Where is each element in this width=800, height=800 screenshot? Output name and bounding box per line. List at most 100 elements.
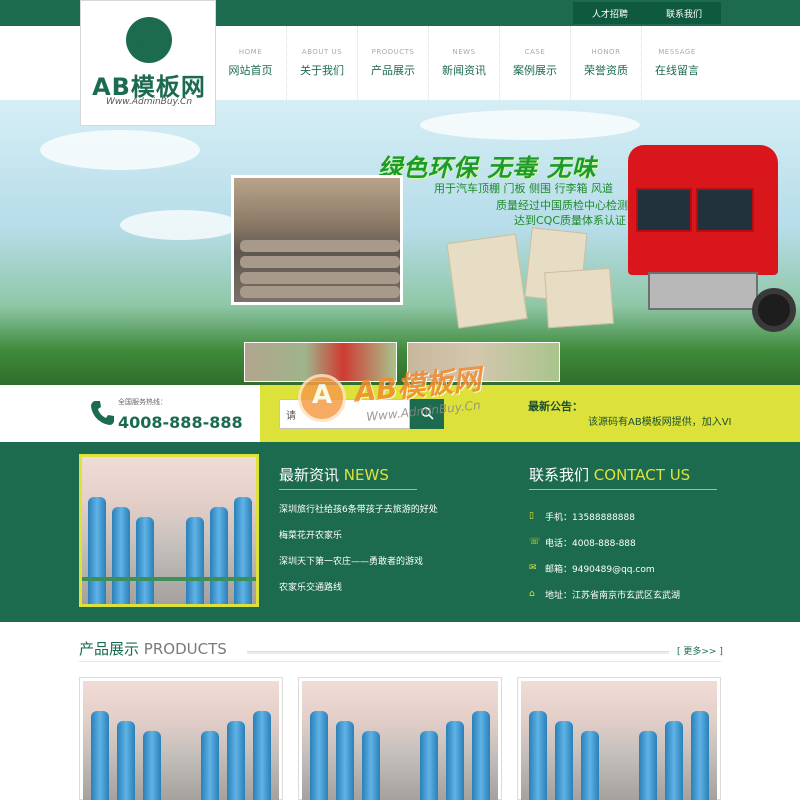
tank: [639, 731, 657, 800]
tank: [555, 721, 573, 800]
top-links: 人才招聘 联系我们: [573, 2, 721, 24]
products-title-line: [247, 651, 669, 654]
mail-icon: ✉: [529, 563, 537, 573]
product-image: [302, 681, 498, 800]
pipe: [82, 577, 256, 581]
product-image: [521, 681, 717, 800]
top-link-contact[interactable]: 联系我们: [666, 7, 702, 20]
page: 人才招聘 联系我们 A AB模板网 Www.AdminBuy.Cn HOME 网站…: [0, 0, 800, 800]
logo-url: Www.AdminBuy.Cn: [105, 97, 193, 107]
tank: [446, 721, 464, 800]
tank: [336, 721, 354, 800]
notice-label: 最新公告：: [528, 400, 583, 413]
cloud: [120, 210, 240, 240]
truck-wheel: [752, 288, 796, 332]
search-icon: [421, 406, 434, 420]
nav-item-honor[interactable]: HONOR 荣誉资质: [570, 26, 641, 100]
tank: [136, 517, 154, 604]
tank: [88, 497, 106, 604]
tank: [143, 731, 161, 800]
featured-image[interactable]: [79, 454, 259, 607]
felt-panel: [446, 233, 528, 329]
products-title: 产品展示 PRODUCTS: [79, 640, 227, 658]
tank: [420, 731, 438, 800]
bag-stack: [240, 240, 400, 252]
tank: [210, 507, 228, 604]
product-image: [83, 681, 279, 800]
banner-thumbnails: [244, 342, 560, 382]
contact-title-divider: [529, 489, 717, 490]
banner-thumb[interactable]: [244, 342, 397, 382]
nav-item-home[interactable]: HOME 网站首页: [215, 26, 286, 100]
news-title: 最新资讯 NEWS: [279, 466, 389, 484]
search-button[interactable]: [410, 399, 444, 429]
banner-thumb[interactable]: [407, 342, 560, 382]
logo[interactable]: A AB模板网 Www.AdminBuy.Cn: [80, 0, 216, 126]
banner-photo: [231, 175, 403, 305]
phone-icon: [91, 401, 114, 425]
tank: [227, 721, 245, 800]
tank: [310, 711, 328, 800]
tank: [253, 711, 271, 800]
contact-address: ⌂ 地址：江苏省南京市玄武区玄武湖: [529, 589, 681, 601]
tank: [529, 711, 547, 800]
banner-line: 质量经过中国质检中心检测: [496, 199, 628, 212]
tank: [362, 731, 380, 800]
banner-line: 达到CQC质量体系认证: [514, 214, 627, 227]
news-item[interactable]: 梅菜花开农家乐: [279, 530, 489, 556]
location-icon: ⌂: [529, 589, 535, 599]
search-input[interactable]: [279, 399, 410, 429]
news-title-divider: [279, 489, 417, 490]
hotline-label: 全国服务热线：: [118, 398, 167, 406]
contact-phone: ☏ 电话：4008-888-888: [529, 537, 636, 549]
tank: [117, 721, 135, 800]
felt-panel: [544, 267, 614, 329]
truck-window: [636, 188, 692, 232]
banner-line: 用于汽车顶棚 门板 侧围 行李箱 风道: [434, 182, 613, 195]
cloud: [420, 110, 640, 140]
logo-mark-icon: A: [126, 17, 172, 63]
truck-window: [696, 188, 754, 232]
tank: [201, 731, 219, 800]
notice-text[interactable]: 该源码有AB模板网提供，加入VI: [588, 413, 732, 428]
bag-stack: [240, 272, 400, 284]
tank: [112, 507, 130, 604]
contact-email: ✉ 邮箱：9490489@qq.com: [529, 563, 655, 575]
tank: [581, 731, 599, 800]
nav-item-products[interactable]: PRODUCTS 产品展示: [357, 26, 428, 100]
bag-stack: [240, 256, 400, 268]
main-nav: HOME 网站首页 ABOUT US 关于我们 PRODUCTS 产品展示 NEWS 新…: [215, 26, 712, 100]
tank: [91, 711, 109, 800]
contact-list: ▯ 手机：13588888888 ☏ 电话：4008-888-888 ✉ 邮箱：949…: [529, 503, 789, 607]
news-item[interactable]: 农家乐交通路线: [279, 582, 489, 608]
phone-icon: ☏: [529, 537, 541, 547]
tank: [665, 721, 683, 800]
nav-item-message[interactable]: MESSAGE 在线留言: [641, 26, 712, 100]
contact-mobile: ▯ 手机：13588888888: [529, 511, 635, 523]
products-divider: [79, 661, 721, 662]
top-link-recruit[interactable]: 人才招聘: [592, 7, 628, 20]
truck-grill: [648, 272, 758, 310]
hotline-panel: 全国服务热线： 4008-888-888: [0, 385, 260, 442]
product-card[interactable]: [517, 677, 721, 800]
cloud: [40, 130, 200, 170]
tank: [234, 497, 252, 604]
nav-item-about[interactable]: ABOUT US 关于我们: [286, 26, 357, 100]
news-list: 深圳旅行社给孩6条带孩子去旅游的好处 梅菜花开农家乐 深圳天下第一农庄——勇敢者…: [279, 504, 489, 608]
news-item[interactable]: 深圳天下第一农庄——勇敢者的游戏: [279, 556, 489, 582]
tank: [472, 711, 490, 800]
product-card[interactable]: [298, 677, 502, 800]
contact-title: 联系我们 CONTACT US: [529, 466, 691, 484]
nav-item-case[interactable]: CASE 案例展示: [499, 26, 570, 100]
banner: 绿色环保 无毒 无味 用于汽车顶棚 门板 侧围 行李箱 风道 质量经过中国质检中…: [0, 100, 800, 385]
more-products-link[interactable]: [ 更多>> ]: [677, 644, 723, 657]
hotline-number: 4008-888-888: [118, 413, 243, 432]
mobile-icon: ▯: [529, 511, 534, 521]
banner-slogan: 绿色环保 无毒 无味: [378, 154, 597, 182]
news-item[interactable]: 深圳旅行社给孩6条带孩子去旅游的好处: [279, 504, 489, 530]
product-card[interactable]: [79, 677, 283, 800]
tank: [691, 711, 709, 800]
nav-item-news[interactable]: NEWS 新闻资讯: [428, 26, 499, 100]
tank: [186, 517, 204, 604]
bag-stack: [240, 286, 400, 298]
